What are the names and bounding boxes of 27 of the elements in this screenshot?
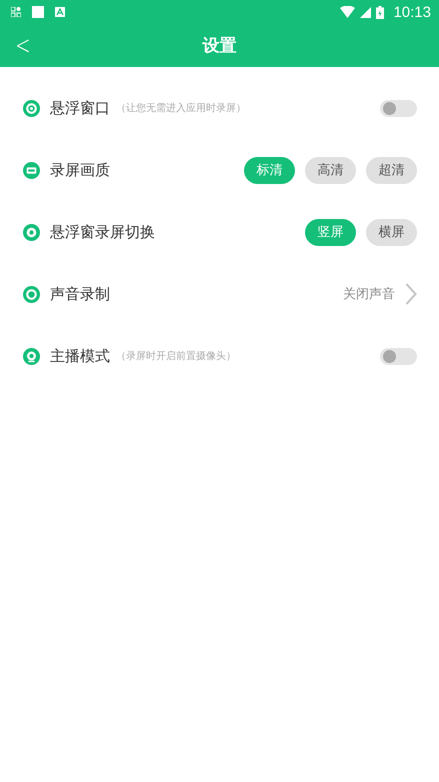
clock: 10:13 — [393, 4, 431, 20]
page-title: 设置 — [202, 35, 236, 57]
wifi-icon — [340, 6, 356, 18]
option-chip[interactable]: 高清 — [305, 156, 356, 184]
battery-icon — [376, 6, 384, 18]
apps-icon — [11, 7, 21, 17]
hd-icon — [23, 162, 40, 178]
setting-hint: （让您无需进入应用时录屏） — [116, 102, 246, 115]
signal-icon — [360, 6, 372, 18]
toggle-switch[interactable] — [380, 100, 417, 116]
setting-label: 悬浮窗口 — [50, 98, 110, 118]
record-icon — [23, 286, 40, 302]
setting-label: 悬浮窗录屏切换 — [50, 222, 155, 242]
setting-label: 录屏画质 — [50, 160, 110, 180]
square-icon — [32, 6, 44, 18]
setting-label: 声音录制 — [50, 284, 110, 304]
setting-hint: （录屏时开启前置摄像头） — [116, 350, 236, 363]
setting-label: 主播模式 — [50, 346, 110, 366]
toggle-switch[interactable] — [380, 348, 417, 364]
gear-icon — [23, 224, 40, 240]
target-icon — [23, 100, 40, 116]
webcam-icon — [23, 348, 40, 364]
chevron-right-icon[interactable] — [405, 283, 417, 305]
option-chip[interactable]: 横屏 — [366, 218, 417, 246]
setting-value: 关闭声音 — [343, 286, 395, 303]
option-chip[interactable]: 超清 — [366, 156, 417, 184]
font-icon — [55, 7, 65, 17]
